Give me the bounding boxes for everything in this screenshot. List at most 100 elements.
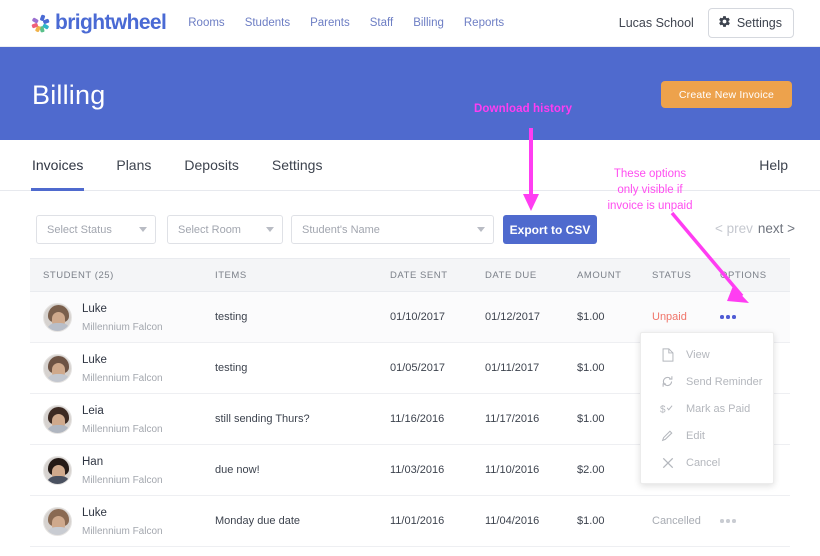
kebab-menu-icon[interactable] <box>720 519 780 523</box>
nav-link-staff[interactable]: Staff <box>370 17 393 29</box>
invoice-amount: $1.00 <box>577 311 605 323</box>
logo-wordmark: brightwheel <box>55 11 167 34</box>
school-name: Lucas School <box>618 16 694 30</box>
prev-page-button[interactable]: < prev <box>715 221 753 236</box>
export-to-csv-button[interactable]: Export to CSV <box>503 215 597 244</box>
invoice-items: testing <box>215 362 248 374</box>
invoice-date-sent: 11/16/2016 <box>390 413 445 425</box>
invoice-date-due: 11/17/2016 <box>485 413 540 425</box>
help-link[interactable]: Help <box>759 157 788 173</box>
menu-item-send-reminder[interactable]: Send Reminder <box>641 368 773 395</box>
student-cell: Luke Millennium Falcon <box>30 299 215 335</box>
avatar <box>43 506 72 536</box>
column-header-date-due: DATE DUE <box>485 269 537 281</box>
filter-toolbar: Select Status Select Room Student's Name… <box>0 205 820 255</box>
gear-icon <box>718 15 731 31</box>
svg-text:$: $ <box>660 404 666 415</box>
tab-invoices[interactable]: Invoices <box>30 140 85 191</box>
menu-item-edit-label: Edit <box>686 429 705 442</box>
pencil-icon <box>659 429 676 442</box>
tab-settings[interactable]: Settings <box>272 140 323 191</box>
menu-item-mark-as-paid[interactable]: $ Mark as Paid <box>641 395 773 422</box>
student-room: Millennium Falcon <box>82 373 163 384</box>
row-options-button[interactable] <box>720 315 780 319</box>
billing-page: brightwheel Rooms Students Parents Staff… <box>0 0 820 556</box>
invoice-date-due: 11/04/2016 <box>485 515 540 527</box>
column-header-amount: AMOUNT <box>577 269 622 281</box>
student-cell: Leia Millennium Falcon <box>30 401 215 437</box>
invoice-date-sent: 01/10/2017 <box>390 311 446 323</box>
next-page-button[interactable]: next > <box>758 221 795 236</box>
menu-item-view-label: View <box>686 348 710 361</box>
invoice-date-sent: 11/01/2016 <box>390 515 445 527</box>
menu-item-send-reminder-label: Send Reminder <box>686 375 763 388</box>
menu-item-mark-as-paid-label: Mark as Paid <box>686 402 751 415</box>
nav-right-group: Lucas School Settings <box>619 8 794 38</box>
invoice-date-sent: 11/03/2016 <box>390 464 445 476</box>
document-icon <box>659 347 676 362</box>
column-header-status: STATUS <box>652 269 692 281</box>
menu-item-edit[interactable]: Edit <box>641 422 773 449</box>
status-badge: Unpaid <box>652 311 687 323</box>
nav-link-parents[interactable]: Parents <box>310 17 350 29</box>
invoice-amount: $1.00 <box>577 515 605 527</box>
create-new-invoice-button[interactable]: Create New Invoice <box>661 81 792 108</box>
student-name-select-value: Student's Name <box>302 223 380 236</box>
table-row[interactable]: Luke Millennium Falcon Monday due date 11/0… <box>30 496 790 547</box>
nav-link-billing[interactable]: Billing <box>413 17 444 29</box>
student-name: Leia <box>82 405 104 417</box>
student-room: Millennium Falcon <box>82 475 163 486</box>
chevron-down-icon <box>139 227 147 232</box>
student-cell: Han Millennium Falcon <box>30 452 215 488</box>
settings-button[interactable]: Settings <box>707 8 794 38</box>
status-select-value: Select Status <box>47 223 112 236</box>
avatar <box>43 302 72 332</box>
chevron-down-icon <box>266 227 274 232</box>
page-title: Billing <box>32 80 106 110</box>
row-options-button[interactable] <box>720 519 780 523</box>
column-header-items: ITEMS <box>215 269 247 281</box>
student-cell: Luke Millennium Falcon <box>30 350 215 386</box>
invoice-items: testing <box>215 311 248 323</box>
student-room: Millennium Falcon <box>82 526 163 537</box>
menu-item-view[interactable]: View <box>641 341 773 368</box>
column-header-date-sent: DATE SENT <box>390 269 448 281</box>
status-select[interactable]: Select Status <box>36 215 156 244</box>
page-banner: Billing Create New Invoice <box>0 47 820 140</box>
column-header-options: OPTIONS <box>720 269 767 281</box>
column-header-student: STUDENT (25) <box>43 269 114 281</box>
kebab-menu-icon[interactable] <box>720 315 780 319</box>
invoice-date-due: 11/10/2016 <box>485 464 540 476</box>
menu-item-cancel[interactable]: Cancel <box>641 449 773 476</box>
top-navigation-bar: brightwheel Rooms Students Parents Staff… <box>0 0 820 47</box>
student-name: Luke <box>82 303 107 315</box>
status-badge: Cancelled <box>652 515 701 527</box>
pagination: < prev next > <box>715 221 795 236</box>
close-x-icon <box>659 457 676 469</box>
menu-item-cancel-label: Cancel <box>686 456 721 469</box>
settings-button-label: Settings <box>736 16 782 30</box>
avatar <box>43 353 72 383</box>
brightwheel-logo[interactable]: brightwheel <box>30 11 167 35</box>
nav-link-rooms[interactable]: Rooms <box>188 17 224 29</box>
nav-link-reports[interactable]: Reports <box>464 17 504 29</box>
room-select[interactable]: Select Room <box>167 215 283 244</box>
nav-link-students[interactable]: Students <box>245 17 290 29</box>
section-tabs: Invoices Plans Deposits Settings Help <box>0 140 820 191</box>
tab-deposits[interactable]: Deposits <box>184 140 238 191</box>
student-room: Millennium Falcon <box>82 424 163 435</box>
chevron-down-icon <box>477 227 485 232</box>
avatar <box>43 404 72 434</box>
tab-plans[interactable]: Plans <box>116 140 151 191</box>
student-cell: Luke Millennium Falcon <box>30 503 215 539</box>
room-select-value: Select Room <box>178 223 241 236</box>
pinwheel-icon <box>30 13 51 34</box>
invoice-items: still sending Thurs? <box>215 413 310 425</box>
student-name-select[interactable]: Student's Name <box>291 215 494 244</box>
invoice-options-menu: View Send Reminder $ Mark as Paid Edit C… <box>640 332 774 484</box>
student-name: Luke <box>82 354 107 366</box>
primary-nav-links: Rooms Students Parents Staff Billing Rep… <box>188 17 524 29</box>
avatar <box>43 455 72 485</box>
invoice-date-due: 01/12/2017 <box>485 311 541 323</box>
dollar-check-icon: $ <box>659 402 676 416</box>
